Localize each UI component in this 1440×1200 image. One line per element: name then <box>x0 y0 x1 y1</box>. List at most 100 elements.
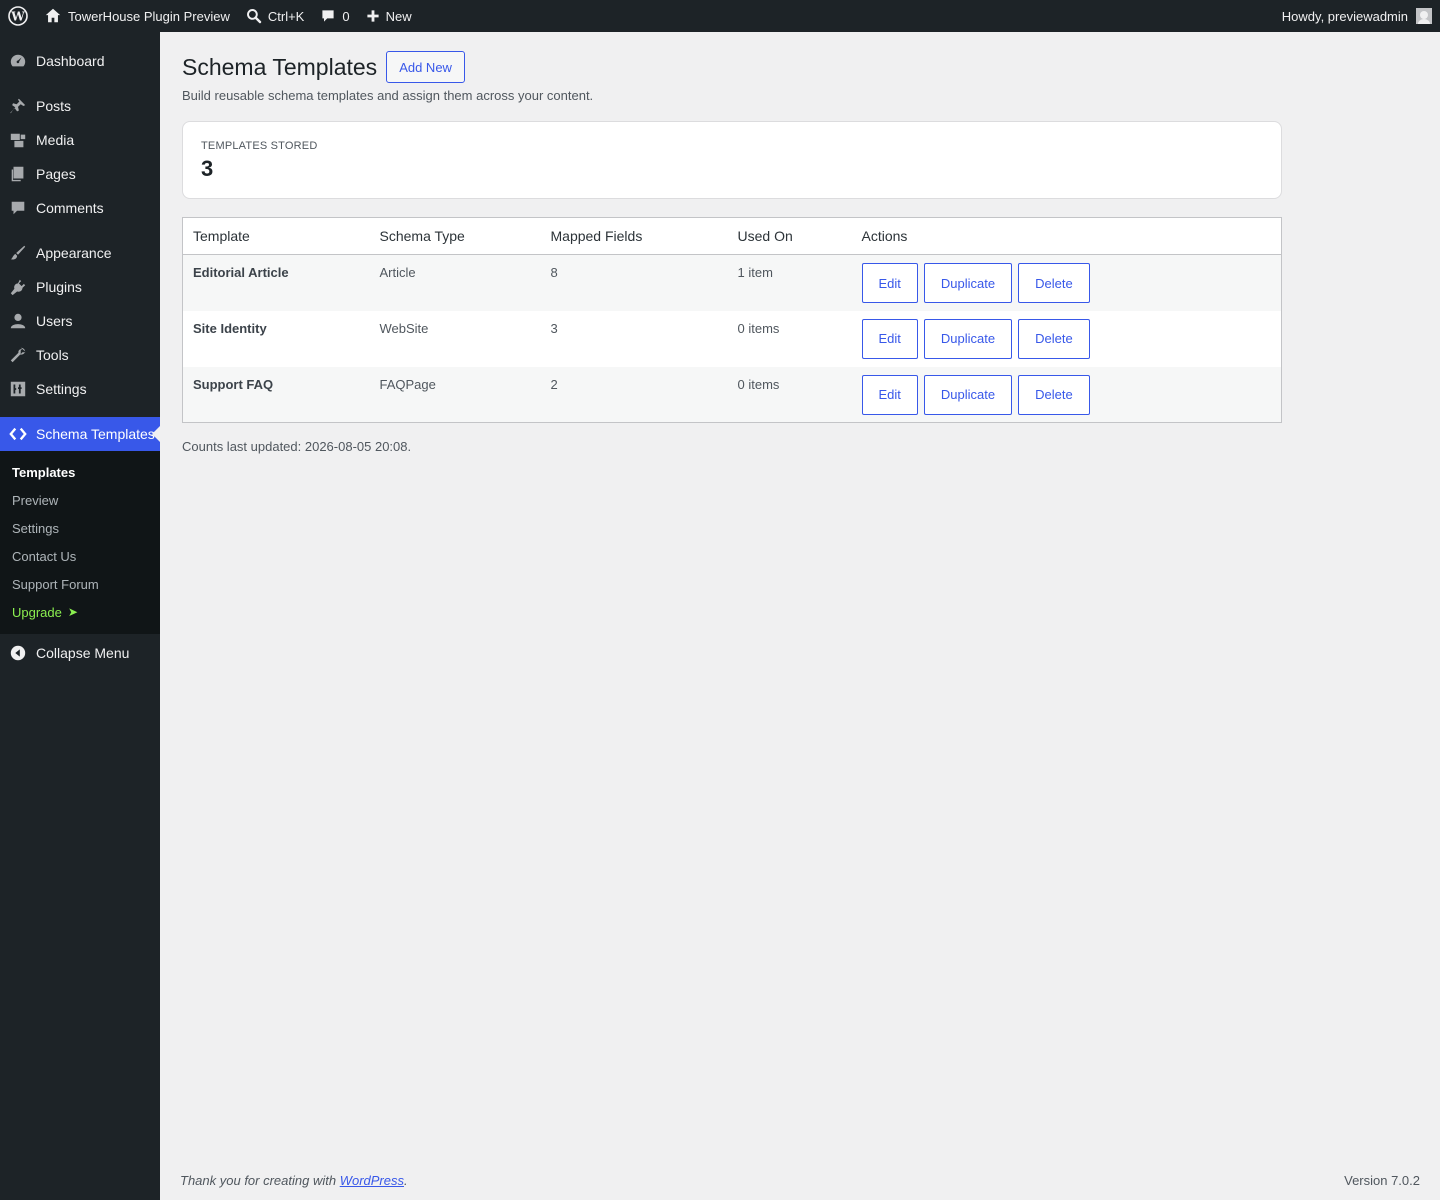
sidebar-item-dashboard[interactable]: Dashboard <box>0 44 160 78</box>
sidebar-item-tools[interactable]: Tools <box>0 338 160 372</box>
delete-button[interactable]: Delete <box>1018 318 1090 359</box>
schema-type: FAQPage <box>369 366 541 423</box>
mapped-fields: 2 <box>540 366 728 423</box>
upgrade-label: Upgrade <box>12 604 62 620</box>
schema-type: WebSite <box>379 320 429 336</box>
arrow-right-icon: ➤ <box>67 605 78 619</box>
settings-sliders-icon <box>8 379 28 399</box>
sidebar-item-label: Settings <box>36 381 87 397</box>
sidebar-item-label: Pages <box>36 166 76 182</box>
templates-table: Template Schema Type Mapped Fields Used … <box>182 217 1282 423</box>
media-icon <box>8 130 28 150</box>
table-row: Support FAQ FAQPage 2 0 items Edit Duplic… <box>182 366 1282 423</box>
wrench-icon <box>8 345 28 365</box>
row-actions: Edit Duplicate Delete <box>851 366 1282 423</box>
howdy-text: Howdy, previewadmin <box>1281 8 1408 24</box>
submenu-item-contact-us[interactable]: Contact Us <box>0 542 160 570</box>
collapse-arrow-icon <box>8 643 28 663</box>
comments-icon <box>8 198 28 218</box>
admin-footer: Thank you for creating with WordPress. V… <box>180 1173 1420 1188</box>
new-content-menu[interactable]: New <box>358 0 420 32</box>
paintbrush-icon <box>8 243 28 263</box>
add-new-button[interactable]: Add New <box>386 51 465 83</box>
mapped-fields: 3 <box>550 320 558 336</box>
delete-button[interactable]: Delete <box>1018 374 1090 415</box>
search-shortcut: Ctrl+K <box>267 8 305 24</box>
footer-thanks-suffix: . <box>404 1173 408 1188</box>
sidebar-item-label: Schema Templates <box>36 426 155 442</box>
column-header-schema-type: Schema Type <box>369 217 541 255</box>
comment-bubble-icon <box>322 10 334 22</box>
table-row: Editorial Article Article 8 1 item Edit D… <box>182 254 1282 311</box>
submenu-item-settings[interactable]: Settings <box>0 514 160 542</box>
duplicate-button[interactable]: Duplicate <box>923 263 1013 303</box>
pushpin-icon <box>8 96 28 116</box>
site-name-link[interactable]: TowerHouse Plugin Preview <box>36 0 238 32</box>
template-name: Support FAQ <box>182 366 370 423</box>
column-header-template: Template <box>182 217 370 255</box>
sidebar-item-label: Dashboard <box>36 53 105 69</box>
page-wrap: Schema Templates Add New Build reusable … <box>182 32 1282 454</box>
submenu-item-templates[interactable]: Templates <box>0 458 160 486</box>
stat-label: Templates Stored <box>201 140 318 152</box>
sidebar-item-settings[interactable]: Settings <box>0 372 160 406</box>
used-on: 0 items <box>737 320 780 336</box>
footer-thanks-prefix: Thank you for creating with <box>180 1173 340 1188</box>
comments-count: 0 <box>342 8 350 24</box>
sidebar-item-pages[interactable]: Pages <box>0 157 160 191</box>
submenu-item-upgrade[interactable]: Upgrade ➤ <box>0 598 160 626</box>
new-label: New <box>385 8 412 24</box>
main-content: Schema Templates Add New Build reusable … <box>160 32 1440 1200</box>
submenu-item-preview[interactable]: Preview <box>0 486 160 514</box>
user-icon <box>8 311 28 331</box>
sidebar-item-label: Comments <box>36 200 104 216</box>
table-row: Site Identity WebSite 3 0 items Edit Dupl… <box>183 311 1282 367</box>
used-on: 0 items <box>727 366 852 423</box>
admin-bar: W TowerHouse Plugin Preview Ctrl+K 0 New… <box>0 0 1440 32</box>
templates-stored-card: Templates Stored 3 <box>182 121 1282 199</box>
edit-button[interactable]: Edit <box>861 263 918 303</box>
stat-value: 3 <box>201 156 214 181</box>
sidebar-item-media[interactable]: Media <box>0 123 160 157</box>
column-header-mapped-fields: Mapped Fields <box>540 217 728 255</box>
sidebar-item-comments[interactable]: Comments <box>0 191 160 225</box>
duplicate-button[interactable]: Duplicate <box>923 318 1013 359</box>
mapped-fields: 8 <box>540 254 728 311</box>
avatar <box>1416 8 1432 24</box>
plugin-icon <box>8 277 28 297</box>
template-name: Editorial Article <box>182 254 370 311</box>
sidebar-item-appearance[interactable]: Appearance <box>0 236 160 270</box>
admin-sidebar: Dashboard Posts Media Pages Comments App… <box>0 32 160 1200</box>
command-search[interactable]: Ctrl+K <box>238 0 312 32</box>
collapse-menu-button[interactable]: Collapse Menu <box>0 636 160 670</box>
sidebar-item-users[interactable]: Users <box>0 304 160 338</box>
column-header-used-on: Used On <box>727 217 852 255</box>
delete-button[interactable]: Delete <box>1018 263 1090 303</box>
wordpress-logo-icon[interactable]: W <box>0 0 36 32</box>
account-menu[interactable]: Howdy, previewadmin <box>1274 0 1440 32</box>
row-actions: Edit Duplicate Delete <box>851 254 1282 311</box>
duplicate-button[interactable]: Duplicate <box>923 374 1013 415</box>
home-icon <box>45 8 61 23</box>
sidebar-item-label: Plugins <box>36 279 82 295</box>
template-name: Site Identity <box>193 320 267 336</box>
wordpress-link[interactable]: WordPress <box>340 1173 404 1188</box>
column-header-actions: Actions <box>851 217 1282 255</box>
sidebar-item-schema-templates[interactable]: Schema Templates <box>0 417 160 451</box>
page-title: Schema Templates <box>182 54 378 80</box>
collapse-menu-label: Collapse Menu <box>36 645 130 661</box>
sidebar-item-label: Media <box>36 132 75 148</box>
edit-button[interactable]: Edit <box>861 318 918 359</box>
table-header-row: Template Schema Type Mapped Fields Used … <box>182 217 1282 255</box>
sidebar-item-label: Posts <box>36 98 72 114</box>
footer-version: Version 7.0.2 <box>1344 1173 1420 1188</box>
sidebar-item-posts[interactable]: Posts <box>0 89 160 123</box>
comments-link[interactable]: 0 <box>312 0 357 32</box>
sidebar-item-plugins[interactable]: Plugins <box>0 270 160 304</box>
svg-text:W: W <box>10 10 25 24</box>
pages-icon <box>8 164 28 184</box>
schema-templates-submenu: Templates Preview Settings Contact Us Su… <box>0 451 160 634</box>
submenu-item-support-forum[interactable]: Support Forum <box>0 570 160 598</box>
plus-icon <box>366 10 379 22</box>
edit-button[interactable]: Edit <box>861 374 918 415</box>
